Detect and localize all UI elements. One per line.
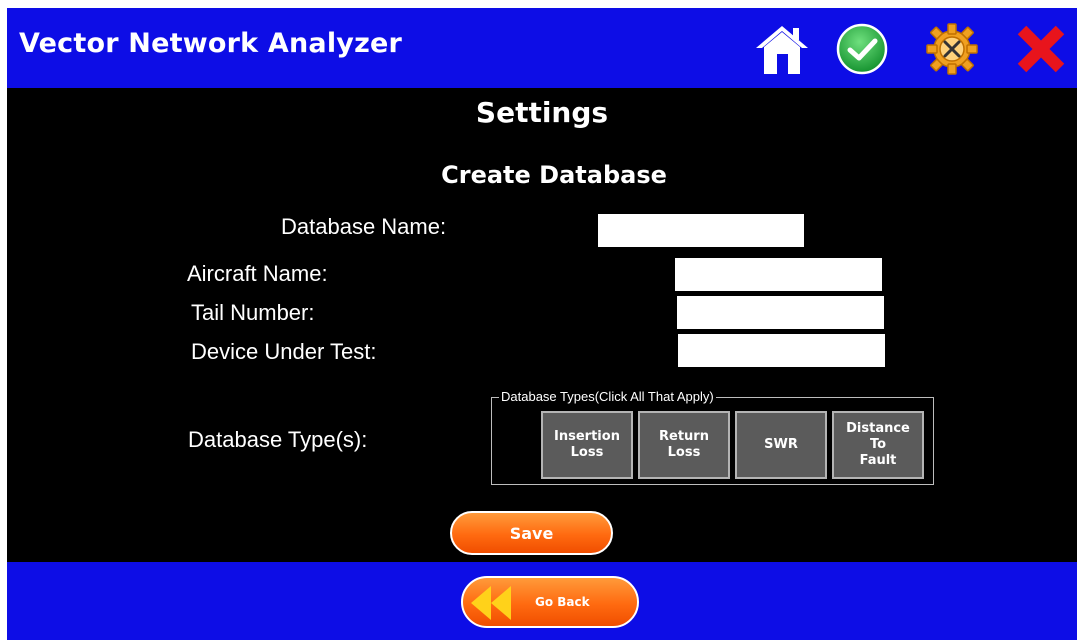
tail-number-field[interactable] — [677, 296, 884, 329]
device-under-test-label: Device Under Test: — [191, 339, 377, 364]
app-title: Vector Network Analyzer — [19, 28, 403, 59]
go-back-button[interactable]: Go Back — [461, 576, 639, 628]
tail-number-label: Tail Number: — [191, 300, 315, 325]
page-title: Settings — [475, 96, 609, 129]
go-back-label: Go Back — [535, 595, 590, 609]
settings-gear-icon[interactable] — [923, 20, 981, 78]
database-types-group-title: Database Types(Click All That Apply) — [499, 389, 716, 404]
database-name-field[interactable] — [598, 214, 804, 247]
database-types-label: Database Type(s): — [188, 427, 368, 452]
return-loss-button[interactable]: Return Loss — [638, 411, 730, 479]
swr-button[interactable]: SWR — [735, 411, 827, 479]
distance-to-fault-button[interactable]: Distance To Fault — [832, 411, 924, 479]
check-icon[interactable] — [833, 20, 891, 78]
aircraft-name-field[interactable] — [675, 258, 882, 291]
save-button[interactable]: Save — [450, 511, 613, 555]
close-icon[interactable] — [1012, 20, 1070, 78]
database-name-label: Database Name: — [281, 214, 447, 239]
device-under-test-field[interactable] — [678, 334, 885, 367]
home-icon[interactable] — [753, 20, 811, 78]
app-window: Vector Network Analyzer Settings Create … — [7, 8, 1077, 640]
insertion-loss-button[interactable]: Insertion Loss — [541, 411, 633, 479]
top-toolbar: Vector Network Analyzer — [7, 8, 1077, 88]
section-title: Create Database — [441, 161, 667, 189]
aircraft-name-label: Aircraft Name: — [187, 261, 328, 286]
back-arrows-icon — [471, 586, 511, 620]
